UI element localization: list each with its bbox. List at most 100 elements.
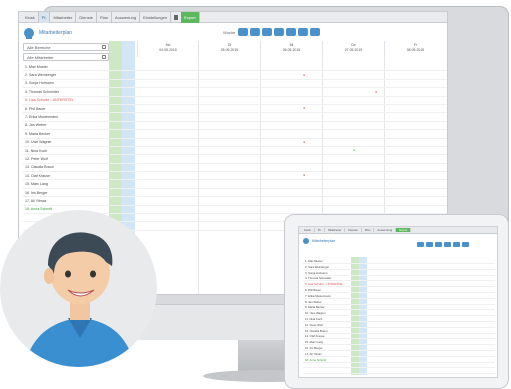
table-row[interactable]: 9. Maria Becker — [23, 130, 447, 139]
day-date: 07.05.2015 — [344, 48, 363, 52]
shift-marker: ● — [353, 148, 356, 152]
tablet-export-button[interactable]: Export — [396, 228, 412, 232]
tablet-employee-name[interactable]: 16. Iris Berger — [305, 346, 323, 350]
employee-name: 17. Ali Yilmaz — [25, 198, 47, 203]
tablet-row-divider — [303, 355, 495, 357]
absence-marker: ● — [303, 106, 306, 110]
day-header: Fr 08.05.2015 — [384, 41, 446, 57]
tablet-row-divider — [303, 344, 495, 346]
table-row[interactable]: 4. Thomas Schneider — [23, 88, 447, 97]
tablet-week-button[interactable] — [444, 242, 451, 247]
employee-name: 10. Uwe Wagner — [25, 140, 52, 145]
week-button[interactable] — [310, 28, 320, 36]
tablet-row-divider — [303, 315, 495, 317]
employee-name: 7. Erika Mustermann — [25, 115, 59, 120]
tablet-row-divider — [303, 263, 495, 264]
print-icon[interactable] — [174, 14, 179, 20]
tablet-week-button[interactable] — [453, 242, 460, 247]
week-label: Woche — [223, 30, 236, 35]
tablet-employee-name[interactable]: 3. Sonja Hofmann — [305, 271, 327, 275]
page-title: Mitarbeiterplan — [39, 30, 73, 36]
tab-kiosk[interactable]: Kiosk — [22, 12, 39, 23]
area-filter-label: Alle Bereiche — [27, 45, 51, 50]
tablet-employee-name[interactable]: 13. Claudia Braun — [305, 329, 327, 333]
table-row[interactable]: 17. Ali Yilmaz — [23, 197, 447, 206]
absence-marker: ● — [303, 73, 306, 77]
export-button[interactable]: Export — [181, 12, 200, 23]
tablet-week-button[interactable] — [426, 242, 433, 247]
employee-name: 11. Nina Koch — [25, 148, 48, 153]
tablet-employee-name[interactable]: 11. Nina Koch — [305, 317, 322, 321]
tab-employees[interactable]: Mitarbeiter — [50, 12, 77, 23]
table-row[interactable]: 2. Sara Weinberger — [23, 71, 447, 80]
area-filter-select[interactable]: Alle Bereiche — [23, 43, 109, 51]
table-row[interactable]: 15. Marc Lang — [23, 180, 447, 189]
tab-settings[interactable]: Einstellungen — [140, 12, 172, 23]
employee-name: 8. Jan Weber — [25, 123, 47, 128]
tablet-week-button[interactable] — [462, 242, 469, 247]
tablet-employee-name[interactable]: 17. Ali Yilmaz — [305, 352, 322, 356]
tablet-row-divider — [303, 292, 495, 293]
week-button[interactable] — [274, 28, 284, 36]
week-button[interactable] — [250, 28, 260, 36]
day-date: 05.05.2015 — [220, 48, 239, 52]
table-row[interactable]: 12. Peter Wolf — [23, 155, 447, 164]
tablet-screen: Kiosk Pl. Mitarbeiter Dienste Plan Auswe… — [298, 226, 498, 378]
tablet-employee-name[interactable]: 1. Max Muster — [305, 259, 323, 263]
tablet-row-divider — [303, 367, 495, 369]
week-button[interactable] — [286, 28, 296, 36]
employee-filter-select[interactable]: Alle Mitarbeiter — [23, 53, 109, 61]
tablet-week-button[interactable] — [435, 242, 442, 247]
tablet-tab[interactable]: Auswertung — [374, 228, 397, 232]
tablet-week-button[interactable] — [417, 242, 424, 247]
tablet-row-divider — [303, 286, 495, 288]
table-row[interactable]: 3. Sonja Hofmann — [23, 80, 447, 89]
week-navigation — [238, 28, 320, 36]
employee-name: 12. Peter Wolf — [25, 156, 48, 161]
table-row[interactable]: 1. Max Muster — [23, 63, 447, 72]
tablet-employee-name[interactable]: 10. Uwe Wagner — [305, 311, 326, 315]
tab-shifts[interactable]: Dienste — [76, 12, 97, 23]
table-row[interactable]: 7. Erika Mustermann — [23, 113, 447, 122]
table-row[interactable]: 10. Uwe Wagner — [23, 139, 447, 147]
week-button[interactable] — [262, 28, 272, 36]
employee-name: 1. Max Muster — [25, 64, 48, 69]
tab-reports[interactable]: Auswertung — [112, 12, 141, 23]
calendar-icon[interactable] — [102, 45, 106, 49]
table-row[interactable]: 14. Olaf Krause — [23, 172, 447, 181]
tablet-tab[interactable]: Pl. — [315, 228, 326, 232]
absence-marker: ● — [303, 140, 306, 144]
tablet-employee-name[interactable]: 8. Jan Weber — [305, 300, 322, 304]
tablet-tab[interactable]: Mitarbeiter — [325, 228, 346, 232]
table-row[interactable]: 5. Lisa Schulze - UNTERSTEL — [23, 97, 447, 105]
tablet-tab[interactable]: Dienste — [345, 228, 362, 232]
table-row[interactable]: 8. Jan Weber — [23, 122, 447, 131]
tablet-page-title: Mitarbeiterplan — [312, 239, 336, 243]
week-button[interactable] — [238, 28, 248, 36]
tablet-employee-name[interactable]: 2. Sara Weinberger — [305, 265, 329, 269]
table-row[interactable]: 16. Iris Berger — [23, 189, 447, 198]
tablet-employee-name[interactable]: 14. Olaf Krause — [305, 334, 324, 338]
tablet-tab[interactable]: Plan — [362, 228, 375, 232]
tablet-employee-name[interactable]: 9. Maria Becker — [305, 305, 325, 309]
tablet-employee-name[interactable]: 18. Anna Schmitt — [305, 358, 326, 362]
tablet-tab[interactable]: Kiosk — [301, 228, 315, 232]
tab-plan-short[interactable]: Pl. — [38, 12, 51, 23]
filter-icon[interactable] — [102, 55, 106, 59]
tablet-employee-name[interactable]: 15. Marc Lang — [305, 340, 323, 344]
tablet-topbar: Kiosk Pl. Mitarbeiter Dienste Plan Auswe… — [299, 227, 497, 234]
tablet-employee-name[interactable]: 4. Thomas Schneider — [305, 276, 332, 280]
tablet-employee-name[interactable]: 5. Lisa Schulze - UNTERSTEL — [305, 282, 343, 286]
tab-plan[interactable]: Plan — [97, 12, 112, 23]
table-row[interactable]: 11. Nina Koch — [23, 147, 447, 156]
week-button[interactable] — [298, 28, 308, 36]
tablet-employee-name[interactable]: 12. Peter Wolf — [305, 323, 323, 327]
tablet-employee-name[interactable]: 6. Phil Bauer — [305, 288, 321, 292]
employee-name: 16. Iris Berger — [25, 190, 48, 195]
table-row[interactable]: 13. Claudia Braun — [23, 164, 447, 173]
tablet-employee-name[interactable]: 7. Erika Mustermann — [305, 294, 331, 298]
day-date: 08.05.2015 — [406, 48, 425, 52]
table-row[interactable]: 6. Phil Bauer — [23, 105, 447, 114]
employee-name: 2. Sara Weinberger — [25, 73, 57, 78]
filter-panel: Alle Bereiche Alle Mitarbeiter — [23, 43, 109, 63]
